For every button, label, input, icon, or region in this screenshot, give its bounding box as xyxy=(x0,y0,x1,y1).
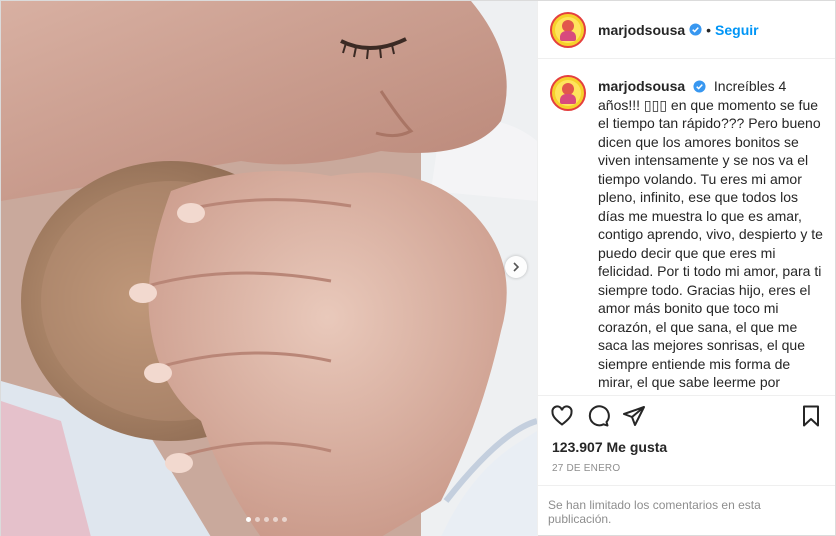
post-photo[interactable] xyxy=(1,1,537,536)
carousel-dot xyxy=(273,517,278,522)
avatar[interactable] xyxy=(550,11,586,48)
carousel-dot xyxy=(264,517,269,522)
caption-avatar[interactable] xyxy=(550,75,586,111)
photo-mother-and-baby xyxy=(1,1,537,536)
caption-text: Increíbles 4 años!!! ▯▯▯ en que momento … xyxy=(598,78,823,395)
chevron-right-icon xyxy=(513,262,520,272)
caption-area: marjodsousa Increíbles 4 años!!! ▯▯▯ en … xyxy=(538,59,835,395)
next-slide-button[interactable] xyxy=(505,256,527,278)
verified-badge-icon xyxy=(689,23,702,36)
username-link[interactable]: marjodsousa xyxy=(598,22,685,38)
verified-badge-icon xyxy=(693,80,706,93)
bookmark-icon[interactable] xyxy=(799,404,823,428)
carousel-dot xyxy=(255,517,260,522)
heart-icon[interactable] xyxy=(550,404,574,428)
carousel-dot xyxy=(282,517,287,522)
comments-limited-notice: Se han limitado los comentarios en esta … xyxy=(538,485,835,536)
post-date[interactable]: 27 DE ENERO xyxy=(538,457,835,485)
post-side-panel: marjodsousa • Seguir marjodsousa Increíb… xyxy=(537,1,835,536)
post-caption: marjodsousa Increíbles 4 años!!! ▯▯▯ en … xyxy=(598,77,823,395)
follow-button[interactable]: Seguir xyxy=(715,22,759,38)
action-bar xyxy=(538,395,835,435)
comment-icon[interactable] xyxy=(586,404,610,428)
carousel-indicator xyxy=(246,517,287,522)
separator-dot: • xyxy=(706,21,712,38)
carousel-dot xyxy=(246,517,251,522)
instagram-post: marjodsousa • Seguir marjodsousa Increíb… xyxy=(0,0,836,536)
caption-username[interactable]: marjodsousa xyxy=(598,78,685,94)
post-header: marjodsousa • Seguir xyxy=(538,1,835,59)
likes-count[interactable]: 123.907 Me gusta xyxy=(538,435,835,457)
share-icon[interactable] xyxy=(622,404,646,428)
